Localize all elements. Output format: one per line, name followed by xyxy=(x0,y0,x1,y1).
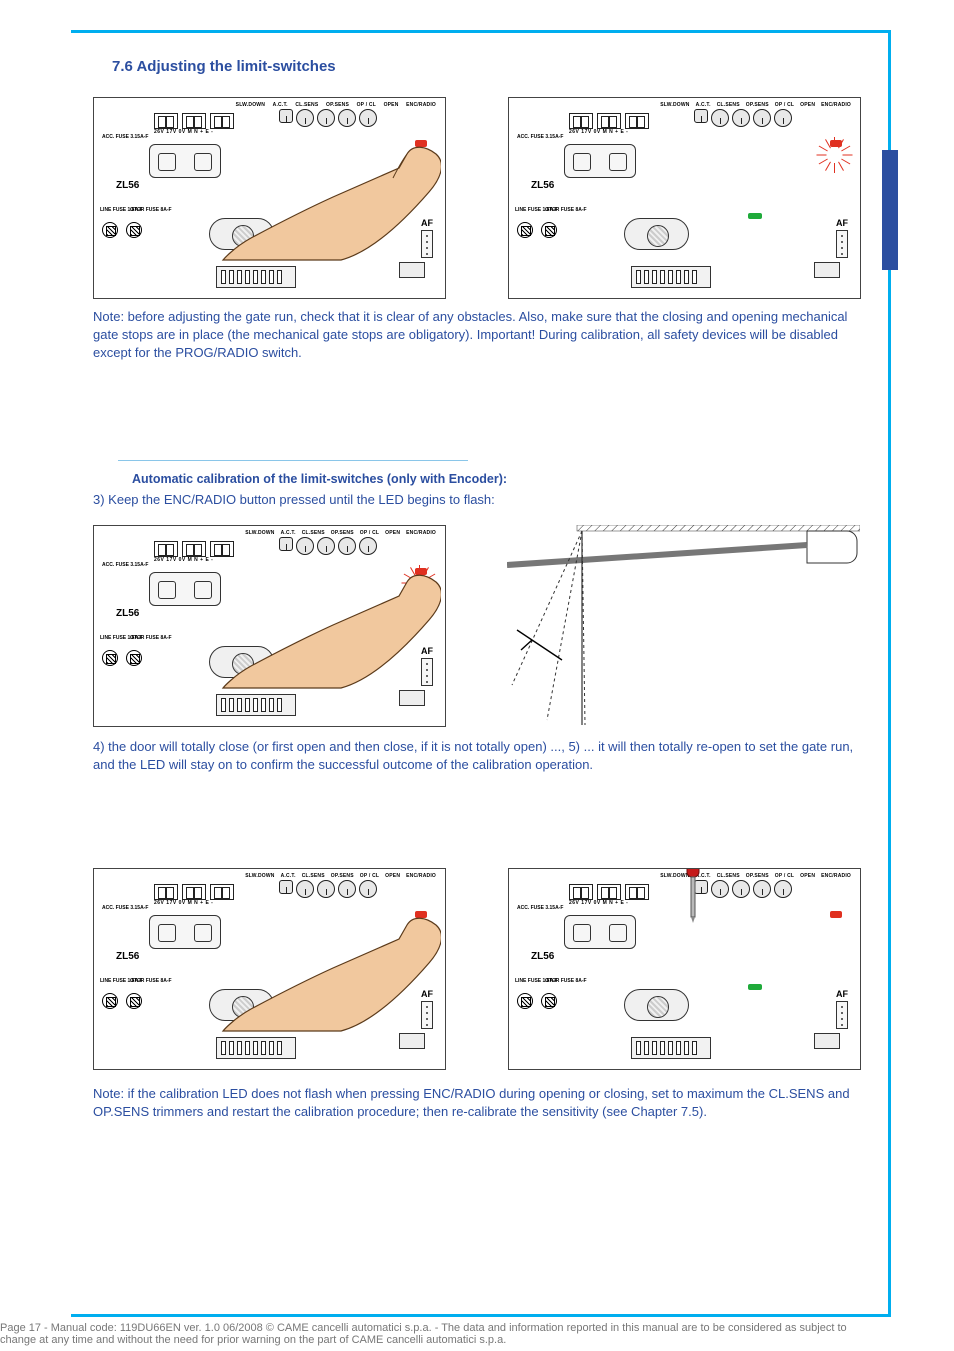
motor-fuse-icon xyxy=(541,993,557,1009)
figure-3-hold-button: SLW.DOWNA.C.T.CL.SENSOP.SENSOP / CLOPENE… xyxy=(93,525,446,727)
note-recalibrate: Note: if the calibration LED does not fl… xyxy=(93,1085,873,1121)
transformer-icon xyxy=(149,915,221,949)
page-border-top xyxy=(71,30,891,33)
power-led-icon xyxy=(748,213,762,219)
af-header-icon xyxy=(836,230,848,258)
board-model: ZL56 xyxy=(116,951,139,962)
hand-press-icon xyxy=(221,142,441,262)
motor-fuse-icon xyxy=(541,222,557,238)
connector-icon xyxy=(399,1033,425,1049)
af-header-icon xyxy=(836,1001,848,1029)
step-3-text: 3) Keep the ENC/RADIO button pressed unt… xyxy=(93,491,873,509)
line-fuse-icon xyxy=(517,993,533,1009)
motor-fuse-icon xyxy=(126,650,142,666)
panel-top-labels: SLW.DOWN A.C.T. CL.SENS OP.SENS OP / CL … xyxy=(233,102,439,108)
motor-fuse-label: OTOR FUSE 8A-F xyxy=(130,208,172,213)
terminal-blocks xyxy=(154,113,234,129)
relay-icon xyxy=(624,218,689,250)
enc-radio-led-icon xyxy=(830,911,842,918)
dip-switch-bank xyxy=(631,1037,711,1059)
board-model: ZL56 xyxy=(116,180,139,191)
figure-6-screwdriver-adjust: SLW.DOWNA.C.T.CL.SENSOP.SENSOP / CLOPENE… xyxy=(508,868,861,1070)
subsection-title: Automatic calibration of the limit-switc… xyxy=(132,472,507,486)
slw-down-trimmer xyxy=(279,109,293,123)
acc-fuse-label: ACC. FUSE 3.15A-F xyxy=(517,134,563,140)
connector-icon xyxy=(399,690,425,706)
af-label: AF xyxy=(836,218,848,228)
terminal-labels: 26V 17V 0V M N + E - xyxy=(569,900,628,906)
connector-icon xyxy=(814,262,840,278)
board-model: ZL56 xyxy=(531,180,554,191)
terminal-blocks xyxy=(569,884,649,900)
terminal-labels: 26V 17V 0V M N + E - xyxy=(154,557,213,563)
trimmer-row xyxy=(279,109,377,127)
acc-fuse-label: ACC. FUSE 3.15A-F xyxy=(102,905,148,911)
terminal-blocks xyxy=(569,113,649,129)
dip-switch-bank xyxy=(216,266,296,288)
trimmer-row xyxy=(694,109,792,127)
op-sens-trimmer xyxy=(338,109,356,127)
trimmer-row xyxy=(694,880,792,898)
line-fuse-icon xyxy=(517,222,533,238)
trimmer-row xyxy=(279,537,377,555)
subsection-divider xyxy=(118,460,468,461)
dip-switch-bank xyxy=(631,266,711,288)
connector-icon xyxy=(399,262,425,278)
power-led-icon xyxy=(748,984,762,990)
motor-fuse-label: OTOR FUSE 8A-F xyxy=(545,208,587,213)
figure-1-board-hand-press: SLW.DOWN A.C.T. CL.SENS OP.SENS OP / CL … xyxy=(93,97,446,299)
section-tab-english xyxy=(882,150,898,270)
hand-press-icon xyxy=(221,913,441,1033)
relay-icon xyxy=(624,989,689,1021)
figure-5-board-hand-press: SLW.DOWNA.C.T.CL.SENSOP.SENSOP / CLOPENE… xyxy=(93,868,446,1070)
panel-top-labels: SLW.DOWNA.C.T.CL.SENSOP.SENSOP / CLOPENE… xyxy=(242,530,439,536)
motor-fuse-label: OTOR FUSE 8A-F xyxy=(130,979,172,984)
page-border-bottom xyxy=(71,1314,891,1317)
terminal-blocks xyxy=(154,541,234,557)
motor-fuse-icon xyxy=(126,222,142,238)
panel-top-labels: SLW.DOWNA.C.T.CL.SENSOP.SENSOP / CLOPENE… xyxy=(657,102,854,108)
line-fuse-icon xyxy=(102,993,118,1009)
transformer-icon xyxy=(149,572,221,606)
board-model: ZL56 xyxy=(116,608,139,619)
terminal-labels: 26V 17V 0V M N + E - xyxy=(154,129,213,135)
op-cl-trimmer xyxy=(359,109,377,127)
figure-4-door-motion xyxy=(507,525,860,727)
trimmer-row xyxy=(279,880,377,898)
note-before-adjusting: Note: before adjusting the gate run, che… xyxy=(93,308,873,363)
af-label: AF xyxy=(836,989,848,999)
steps-4-5-text: 4) the door will totally close (or first… xyxy=(93,738,873,774)
transformer-icon xyxy=(564,144,636,178)
panel-top-labels: SLW.DOWNA.C.T.CL.SENSOP.SENSOP / CLOPENE… xyxy=(242,873,439,879)
motor-fuse-icon xyxy=(126,993,142,1009)
transformer-icon xyxy=(564,915,636,949)
terminal-blocks xyxy=(154,884,234,900)
board-model: ZL56 xyxy=(531,951,554,962)
manual-page: 7.6 Adjusting the limit-switches SLW.DOW… xyxy=(0,0,954,1351)
hand-press-icon xyxy=(221,570,441,690)
terminal-labels: 26V 17V 0V M N + E - xyxy=(569,129,628,135)
cl-sens-trimmer xyxy=(317,109,335,127)
screwdriver-icon xyxy=(679,868,707,923)
motor-fuse-label: OTOR FUSE 8A-F xyxy=(545,979,587,984)
line-fuse-icon xyxy=(102,222,118,238)
acc-fuse-label: ACC. FUSE 3.15A-F xyxy=(102,562,148,568)
page-footer: Page 17 - Manual code: 119DU66EN ver. 1.… xyxy=(0,1322,879,1346)
terminal-labels: 26V 17V 0V M N + E - xyxy=(154,900,213,906)
section-heading: 7.6 Adjusting the limit-switches xyxy=(112,58,336,75)
connector-icon xyxy=(814,1033,840,1049)
line-fuse-icon xyxy=(102,650,118,666)
acc-fuse-label: ACC. FUSE 3.15A-F xyxy=(102,134,148,140)
act-trimmer xyxy=(296,109,314,127)
figure-2-board-led-flashing: SLW.DOWNA.C.T.CL.SENSOP.SENSOP / CLOPENE… xyxy=(508,97,861,299)
dip-switch-bank xyxy=(216,1037,296,1059)
acc-fuse-label: ACC. FUSE 3.15A-F xyxy=(517,905,563,911)
dip-switch-bank xyxy=(216,694,296,716)
enc-radio-led-icon xyxy=(830,140,842,147)
transformer-icon xyxy=(149,144,221,178)
motor-fuse-label: OTOR FUSE 8A-F xyxy=(130,636,172,641)
